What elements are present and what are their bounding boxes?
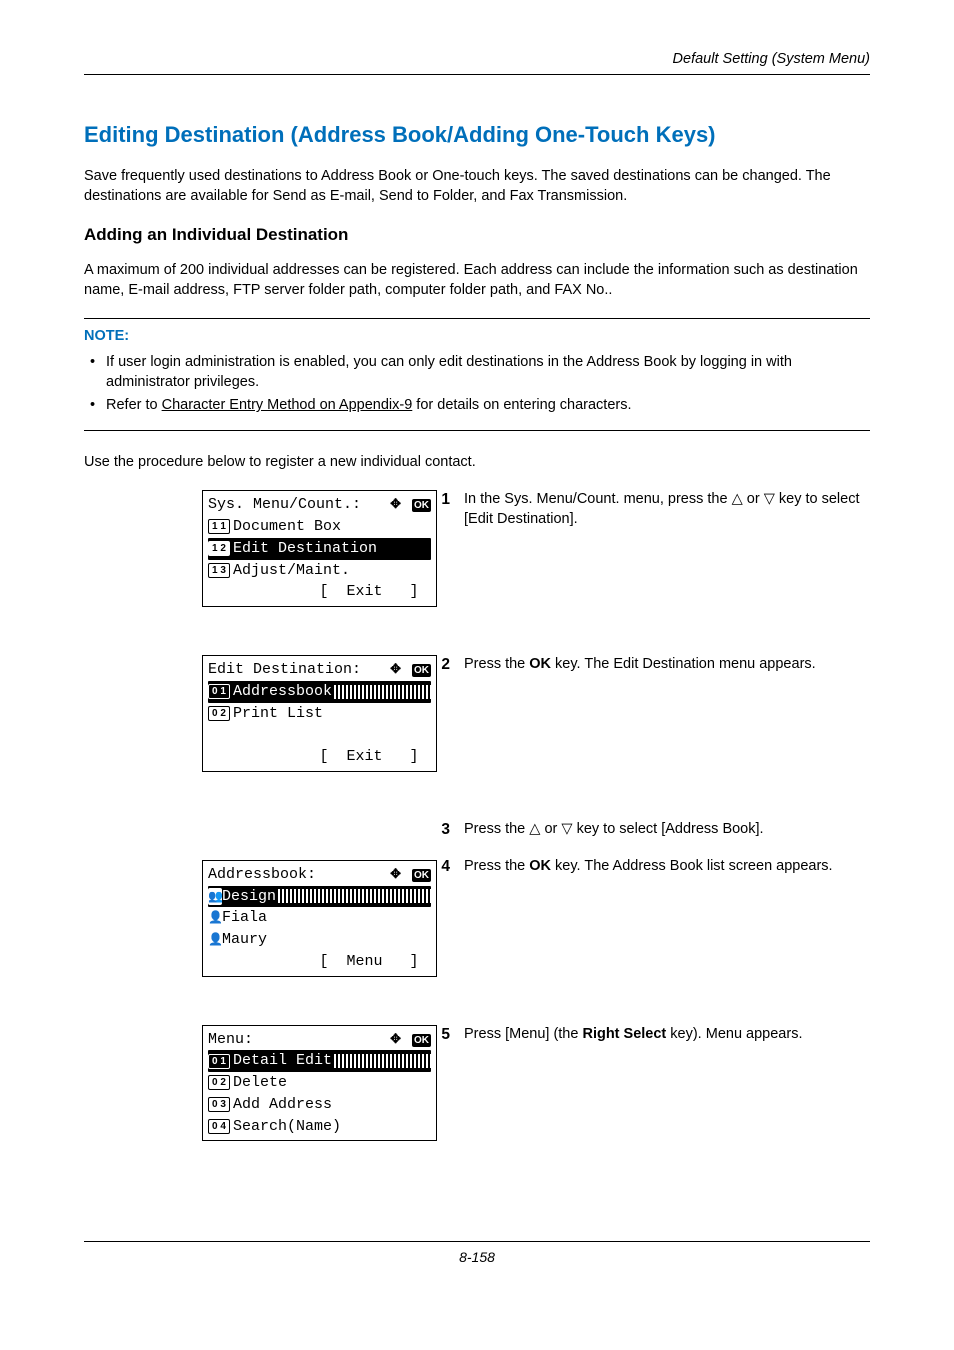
group-icon: 👥 <box>208 888 222 905</box>
page-title: Editing Destination (Address Book/Adding… <box>84 120 870 150</box>
note-title: NOTE: <box>84 327 870 347</box>
intro-paragraph: Save frequently used destinations to Add… <box>84 167 870 206</box>
selection-hatch-icon <box>334 1054 431 1068</box>
lcd1-row-3: 1 3 Adjust/Maint. <box>208 560 431 582</box>
lcd1-row-2-selected: 1 2 Edit Destination <box>208 538 431 560</box>
lcd4-row-2: 0 2 Delete <box>208 1072 431 1094</box>
lcd3-row-2: 👤Fiala <box>208 907 431 929</box>
selection-hatch-icon <box>334 685 431 699</box>
lead-paragraph: Use the procedure below to register a ne… <box>84 453 870 473</box>
triangle-up-icon: △ <box>732 491 743 507</box>
note-box: NOTE: If user login administration is en… <box>84 318 870 430</box>
lcd1-softkey: [ Exit ] <box>208 581 431 603</box>
lcd2-row-1-selected: 0 1 Addressbook <box>208 681 431 703</box>
nav-arrows-icon: ✥ <box>390 496 401 511</box>
lcd3-softkey: [ Menu ] <box>208 951 431 973</box>
triangle-up-icon: △ <box>529 821 540 837</box>
step-3: 3 Press the △ or ▽ key to select [Addres… <box>424 820 870 841</box>
step-5: 5 Press [Menu] (the Right Select key). M… <box>424 1025 870 1046</box>
lcd4-row-4: 0 4 Search(Name) <box>208 1116 431 1138</box>
lcd4-row-3: 0 3 Add Address <box>208 1094 431 1116</box>
page-number: 8-158 <box>459 1249 495 1265</box>
lcd2-title: Edit Destination: <box>208 659 361 681</box>
person-icon: 👤 <box>208 909 222 926</box>
lcd-panel-4: Menu: ✥ OK 0 1 Detail Edit 0 2 Delete 0 … <box>202 1025 437 1142</box>
note-item-2: Refer to Character Entry Method on Appen… <box>84 396 870 416</box>
lcd3-row-3: 👤Maury <box>208 929 431 951</box>
lcd4-row-1-selected: 0 1 Detail Edit <box>208 1050 431 1072</box>
page-header: Default Setting (System Menu) <box>84 50 870 75</box>
nav-arrows-icon: ✥ <box>390 1031 401 1046</box>
step-1: 1 In the Sys. Menu/Count. menu, press th… <box>424 490 870 529</box>
step-4: 4 Press the OK key. The Address Book lis… <box>424 857 870 878</box>
header-section: Default Setting (System Menu) <box>673 51 870 67</box>
note-xref-link[interactable]: Character Entry Method on Appendix-9 <box>162 397 413 413</box>
triangle-down-icon: ▽ <box>561 821 572 837</box>
page-footer: 8-158 <box>84 1241 870 1267</box>
triangle-down-icon: ▽ <box>764 491 775 507</box>
lcd2-softkey: [ Exit ] <box>208 746 431 768</box>
subheading: Adding an Individual Destination <box>84 224 870 247</box>
lcd-panel-2: Edit Destination: ✥ OK 0 1 Addressbook 0… <box>202 655 437 772</box>
step-2: 2 Press the OK key. The Edit Destination… <box>424 655 870 676</box>
lcd-panel-1: Sys. Menu/Count.: ✥ OK 1 1 Document Box … <box>202 490 437 607</box>
body-paragraph: A maximum of 200 individual addresses ca… <box>84 261 870 300</box>
note-item-1: If user login administration is enabled,… <box>84 353 870 392</box>
lcd-panel-3: Addressbook: ✥ OK 👥Design 👤Fiala 👤Maury … <box>202 860 437 977</box>
lcd3-title: Addressbook: <box>208 864 316 886</box>
person-icon: 👤 <box>208 931 222 948</box>
lcd1-title: Sys. Menu/Count.: <box>208 494 361 516</box>
lcd1-row-1: 1 1 Document Box <box>208 516 431 538</box>
note-list: If user login administration is enabled,… <box>84 353 870 416</box>
selection-hatch-icon <box>278 889 431 903</box>
steps-area: Sys. Menu/Count.: ✥ OK 1 1 Document Box … <box>84 490 870 1171</box>
lcd3-row-1-selected: 👥Design <box>208 886 431 908</box>
nav-arrows-icon: ✥ <box>390 866 401 881</box>
lcd4-title: Menu: <box>208 1029 253 1051</box>
lcd2-row-2: 0 2 Print List <box>208 703 431 725</box>
nav-arrows-icon: ✥ <box>390 661 401 676</box>
